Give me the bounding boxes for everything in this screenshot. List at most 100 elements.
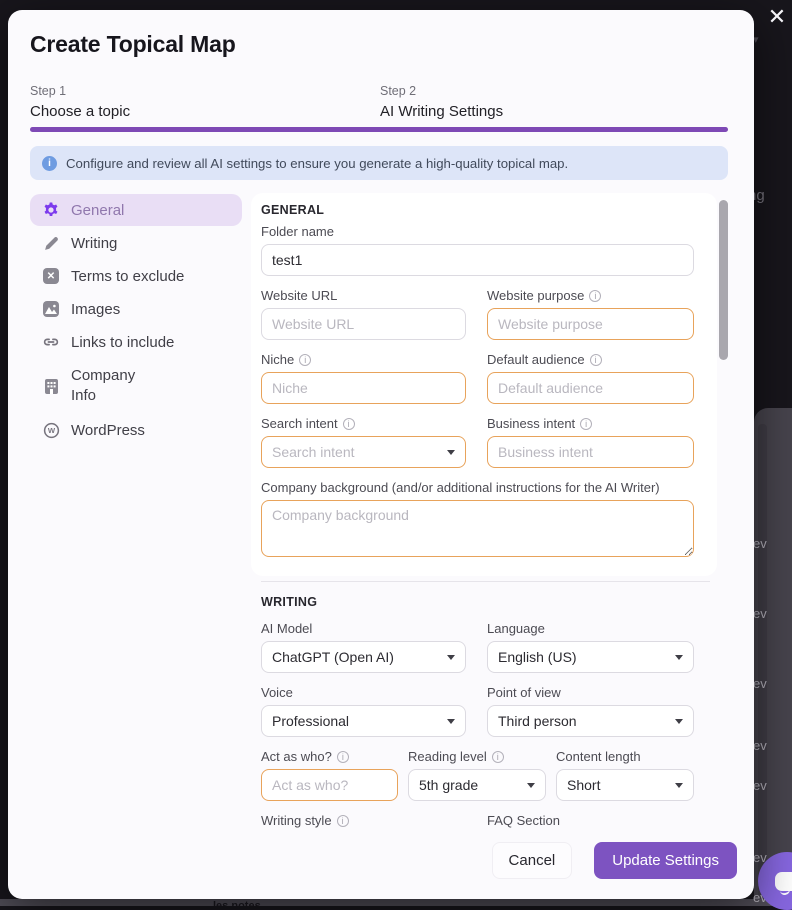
- writing-section-heading: WRITING: [261, 595, 694, 609]
- language-select[interactable]: English (US): [487, 641, 694, 673]
- language-label: Language: [487, 621, 694, 636]
- general-section-card: GENERAL Folder name Website URL Website …: [251, 193, 717, 576]
- content-length-select[interactable]: Short: [556, 769, 694, 801]
- default-audience-input[interactable]: [487, 372, 694, 404]
- website-purpose-label-text: Website purpose: [487, 288, 584, 303]
- business-intent-input[interactable]: [487, 436, 694, 468]
- act-as-who-label: Act as who?: [261, 749, 398, 764]
- info-banner: Configure and review all AI settings to …: [30, 146, 728, 180]
- search-intent-label-text: Search intent: [261, 416, 338, 431]
- search-intent-select[interactable]: Search intent: [261, 436, 466, 468]
- info-icon: [337, 815, 349, 827]
- point-of-view-value: Third person: [498, 713, 577, 729]
- chevron-down-icon: [447, 450, 455, 455]
- voice-label: Voice: [261, 685, 466, 700]
- point-of-view-select[interactable]: Third person: [487, 705, 694, 737]
- info-icon: [299, 354, 311, 366]
- step-indicator: Step 1 Choose a topic Step 2 AI Writing …: [30, 84, 728, 120]
- default-audience-label: Default audience: [487, 352, 694, 367]
- info-icon: [42, 156, 57, 171]
- business-intent-label: Business intent: [487, 416, 694, 431]
- svg-text:W: W: [47, 426, 55, 435]
- info-icon: [492, 751, 504, 763]
- chevron-down-icon: [447, 719, 455, 724]
- writing-style-label: Writing style: [261, 813, 466, 828]
- reading-level-value: 5th grade: [419, 777, 478, 793]
- sidebar-item-terms-to-exclude[interactable]: Terms to exclude: [30, 260, 242, 292]
- info-icon: [337, 751, 349, 763]
- step-2-eyebrow: Step 2: [380, 84, 728, 98]
- sidebar-item-wordpress[interactable]: W WordPress: [30, 415, 242, 447]
- update-settings-button[interactable]: Update Settings: [594, 842, 737, 879]
- step-1-eyebrow: Step 1: [30, 84, 380, 98]
- sidebar-item-general[interactable]: General: [30, 194, 242, 226]
- niche-label-text: Niche: [261, 352, 294, 367]
- website-purpose-label: Website purpose: [487, 288, 694, 303]
- content-length-label: Content length: [556, 749, 694, 764]
- website-purpose-input[interactable]: [487, 308, 694, 340]
- folder-name-input[interactable]: [261, 244, 694, 276]
- background-scroll-track: [758, 424, 767, 906]
- company-background-label: Company background (and/or additional in…: [261, 480, 694, 495]
- sidebar-item-images[interactable]: Images: [30, 293, 242, 325]
- sidebar-item-links-to-include[interactable]: Links to include: [30, 326, 242, 358]
- niche-input[interactable]: [261, 372, 466, 404]
- sidebar-item-label: Links to include: [71, 334, 174, 351]
- sidebar-item-label: Terms to exclude: [71, 268, 184, 285]
- ai-model-label: AI Model: [261, 621, 466, 636]
- ai-model-select[interactable]: ChatGPT (Open AI): [261, 641, 466, 673]
- niche-label: Niche: [261, 352, 466, 367]
- chevron-down-icon: [675, 783, 683, 788]
- page-title: Create Topical Map: [30, 31, 236, 58]
- info-icon: [590, 354, 602, 366]
- sidebar-item-label: General: [71, 202, 124, 219]
- background-partial-row: ev: [753, 676, 767, 691]
- sidebar-item-label: Company Info: [71, 366, 153, 407]
- step-2-label: AI Writing Settings: [380, 103, 728, 120]
- square-x-icon: [42, 267, 60, 285]
- gear-icon: [42, 201, 60, 219]
- close-icon[interactable]: ✕: [763, 3, 791, 31]
- default-audience-label-text: Default audience: [487, 352, 585, 367]
- general-section-heading: GENERAL: [261, 203, 694, 217]
- act-as-who-input[interactable]: [261, 769, 398, 801]
- background-bottom-strip: les notes: [0, 899, 792, 906]
- step-2[interactable]: Step 2 AI Writing Settings: [380, 84, 728, 120]
- dialog-footer: Cancel Update Settings: [492, 842, 737, 879]
- image-icon: [42, 300, 60, 318]
- sidebar-item-writing[interactable]: Writing: [30, 227, 242, 259]
- form-scrollbar-thumb[interactable]: [719, 200, 728, 360]
- settings-form: GENERAL Folder name Website URL Website …: [251, 193, 731, 833]
- writing-section: WRITING AI Model Language ChatGPT (Open …: [251, 595, 694, 833]
- info-icon: [343, 418, 355, 430]
- voice-value: Professional: [272, 713, 349, 729]
- cancel-button[interactable]: Cancel: [492, 842, 573, 879]
- folder-name-label: Folder name: [261, 224, 694, 239]
- step-1[interactable]: Step 1 Choose a topic: [30, 84, 380, 120]
- language-value: English (US): [498, 649, 577, 665]
- reading-level-select[interactable]: 5th grade: [408, 769, 546, 801]
- background-partial-row: ev: [753, 778, 767, 793]
- chat-icon: [775, 872, 792, 891]
- business-intent-label-text: Business intent: [487, 416, 575, 431]
- sidebar-item-label: Writing: [71, 235, 117, 252]
- content-length-value: Short: [567, 777, 600, 793]
- sidebar-item-company-info[interactable]: Company Info: [30, 359, 242, 414]
- company-background-textarea[interactable]: [261, 500, 694, 557]
- chevron-down-icon: [675, 719, 683, 724]
- point-of-view-label: Point of view: [487, 685, 694, 700]
- reading-level-label: Reading level: [408, 749, 546, 764]
- chevron-down-icon: [527, 783, 535, 788]
- website-url-input[interactable]: [261, 308, 466, 340]
- voice-select[interactable]: Professional: [261, 705, 466, 737]
- background-partial-row: ev: [753, 606, 767, 621]
- settings-sidebar: General Writing Terms to exclude Images …: [30, 194, 242, 448]
- background-partial-text: les notes: [213, 900, 261, 906]
- ai-model-value: ChatGPT (Open AI): [272, 649, 394, 665]
- writing-style-label-text: Writing style: [261, 813, 332, 828]
- background-partial-row: ev: [753, 738, 767, 753]
- sidebar-item-label: WordPress: [71, 422, 145, 439]
- step-progress-bar: [30, 127, 728, 132]
- link-icon: [42, 333, 60, 351]
- step-1-label: Choose a topic: [30, 103, 380, 120]
